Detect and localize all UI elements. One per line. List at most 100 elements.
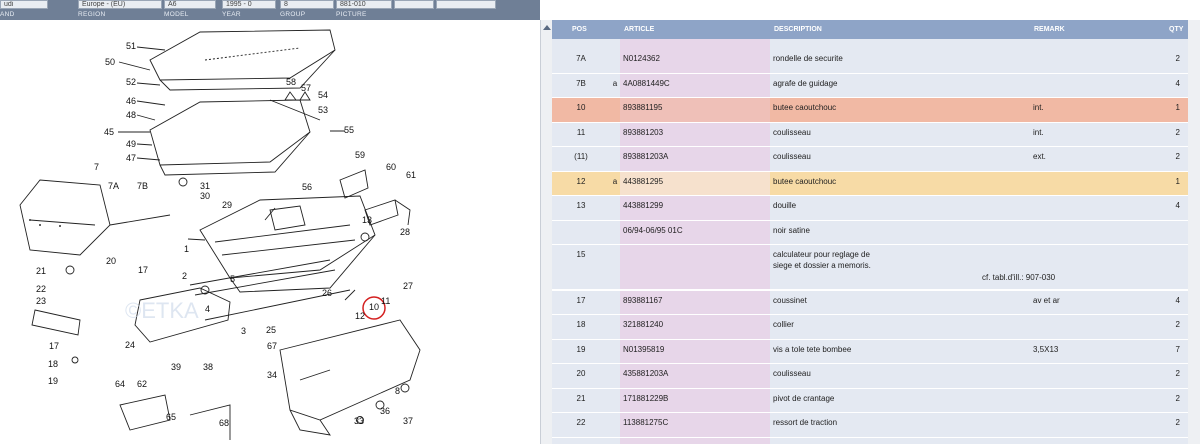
callout-33[interactable]: 33 — [354, 417, 364, 426]
callout-68[interactable]: 68 — [219, 419, 229, 428]
scroll-up-icon[interactable] — [543, 25, 551, 30]
callout-60[interactable]: 60 — [386, 163, 396, 172]
callout-10[interactable]: 10 — [369, 303, 379, 312]
callout-25[interactable]: 25 — [266, 326, 276, 335]
callout-52[interactable]: 52 — [126, 78, 136, 87]
callout-59[interactable]: 59 — [355, 151, 365, 160]
table-row[interactable]: 11 893881203 coulisseau int. 2 — [552, 122, 1188, 147]
callout-7A[interactable]: 7A — [108, 182, 119, 191]
callout-54[interactable]: 54 — [318, 91, 328, 100]
table-row[interactable]: 15 calculateur pour reglage de siege et … — [552, 245, 1188, 290]
callout-23[interactable]: 23 — [36, 297, 46, 306]
cell-remark: av et ar — [1033, 295, 1060, 305]
callout-56[interactable]: 56 — [302, 183, 312, 192]
table-row[interactable]: 13 443881299 douille 4 — [552, 196, 1188, 221]
callout-49[interactable]: 49 — [126, 140, 136, 149]
table-row[interactable]: 06/94-06/95 01C noir satine — [552, 220, 1188, 245]
callout-51[interactable]: 51 — [126, 42, 136, 51]
table-row[interactable]: 7B a 4A0881449C agrafe de guidage 4 — [552, 73, 1188, 98]
callout-39[interactable]: 39 — [171, 363, 181, 372]
callout-19[interactable]: 19 — [48, 377, 58, 386]
callout-53[interactable]: 53 — [318, 106, 328, 115]
callout-12[interactable]: 12 — [355, 312, 365, 321]
model-select[interactable]: A6 — [164, 0, 216, 9]
callout-17b[interactable]: 17 — [49, 342, 59, 351]
callout-38[interactable]: 38 — [203, 363, 213, 372]
extra-field-2[interactable] — [436, 0, 496, 9]
callout-67[interactable]: 67 — [267, 342, 277, 351]
table-row[interactable]: 20 435881203A coulisseau 2 — [552, 364, 1188, 389]
vertical-scrollbar[interactable] — [1188, 20, 1200, 444]
callout-62[interactable]: 62 — [137, 380, 147, 389]
cell-description: ressort de traction — [773, 418, 838, 427]
extra-field-1[interactable] — [394, 0, 434, 9]
callout-26[interactable]: 26 — [322, 289, 332, 298]
cell-pos: (11) — [574, 152, 588, 161]
table-row[interactable]: 7A N0124362 rondelle de securite 2 — [552, 49, 1188, 74]
table-row[interactable]: 21 171881229B pivot de crantage 2 — [552, 388, 1188, 413]
pane-splitter[interactable] — [540, 20, 552, 444]
callout-31[interactable]: 31 — [200, 182, 210, 191]
header-remark[interactable]: REMARK — [1034, 26, 1065, 33]
callout-46[interactable]: 46 — [126, 97, 136, 106]
callout-45[interactable]: 45 — [104, 128, 114, 137]
callout-37[interactable]: 37 — [403, 417, 413, 426]
callout-64[interactable]: 64 — [115, 380, 125, 389]
table-row[interactable]: 17 893881167 coussinet av et ar 4 — [552, 290, 1188, 315]
callout-3[interactable]: 3 — [241, 327, 246, 336]
callout-65[interactable]: 65 — [166, 413, 176, 422]
cell-description: calculateur pour reglage de siege et dos… — [770, 245, 1030, 289]
cell-description: rondelle de securite — [773, 54, 843, 63]
callout-7B[interactable]: 7B — [137, 182, 148, 191]
region-select[interactable]: Europe - (EU) — [78, 0, 162, 9]
header-description[interactable]: DESCRIPTION — [774, 26, 822, 33]
group-select[interactable]: 8 — [280, 0, 334, 9]
callout-57[interactable]: 57 — [301, 84, 311, 93]
callout-20[interactable]: 20 — [106, 257, 116, 266]
header-article[interactable]: ARTICLE — [624, 26, 654, 33]
callout-29[interactable]: 29 — [222, 201, 232, 210]
table-row-selected[interactable]: 10 893881195 butee caoutchouc int. 1 — [552, 98, 1188, 123]
callout-27[interactable]: 27 — [403, 282, 413, 291]
callout-5[interactable]: 5 — [230, 275, 235, 284]
picture-select[interactable]: 881-010 — [336, 0, 392, 9]
table-row[interactable]: 18 321881240 collier 2 — [552, 315, 1188, 340]
callout-28[interactable]: 28 — [400, 228, 410, 237]
callout-34[interactable]: 34 — [267, 371, 277, 380]
callout-24[interactable]: 24 — [125, 341, 135, 350]
callout-11[interactable]: 11 — [381, 297, 390, 306]
year-select[interactable]: 1995 - 0 — [222, 0, 276, 9]
callout-1[interactable]: 1 — [184, 245, 189, 254]
cell-flag — [610, 340, 620, 364]
callout-2[interactable]: 2 — [182, 272, 187, 281]
table-row[interactable]: (11) 893881203A coulisseau ext. 2 — [552, 147, 1188, 172]
callout-8[interactable]: 8 — [395, 387, 400, 396]
callout-36[interactable]: 36 — [380, 407, 390, 416]
callout-55[interactable]: 55 — [344, 126, 354, 135]
callout-48[interactable]: 48 — [126, 111, 136, 120]
filter-bar: udi Europe - (EU) A6 1995 - 0 8 881-010 … — [0, 0, 540, 20]
callout-58[interactable]: 58 — [286, 78, 296, 87]
brand-select[interactable]: udi — [0, 0, 48, 9]
callout-17[interactable]: 17 — [138, 266, 148, 275]
header-qty[interactable]: QTY — [1169, 26, 1183, 33]
table-row[interactable]: 22 113881275C ressort de traction 2 — [552, 413, 1188, 438]
parts-diagram[interactable]: ©ETKA 51 50 52 46 48 45 49 47 58 57 54 5… — [0, 20, 540, 444]
callout-7[interactable]: 7 — [94, 163, 99, 172]
callout-47[interactable]: 47 — [126, 154, 136, 163]
table-row-highlighted[interactable]: 12 a 443881295 butee caoutchouc 1 — [552, 171, 1188, 196]
callout-13[interactable]: 13 — [362, 216, 372, 225]
header-pos[interactable]: POS — [572, 26, 587, 33]
callout-21[interactable]: 21 — [36, 267, 46, 276]
cell-article: 435881203A — [620, 364, 770, 388]
callout-22[interactable]: 22 — [36, 285, 46, 294]
cell-article: 443881295 — [620, 171, 770, 195]
description-line-2: siege et dossier a memoris. — [773, 261, 871, 270]
callout-4[interactable]: 4 — [205, 305, 210, 314]
callout-50[interactable]: 50 — [105, 58, 115, 67]
callout-18[interactable]: 18 — [48, 360, 58, 369]
cell-pos: 10 — [576, 103, 586, 112]
callout-61[interactable]: 61 — [406, 171, 416, 180]
table-row[interactable]: 19 N01395819 vis a tole tete bombee 3,5X… — [552, 339, 1188, 364]
callout-30[interactable]: 30 — [200, 192, 210, 201]
